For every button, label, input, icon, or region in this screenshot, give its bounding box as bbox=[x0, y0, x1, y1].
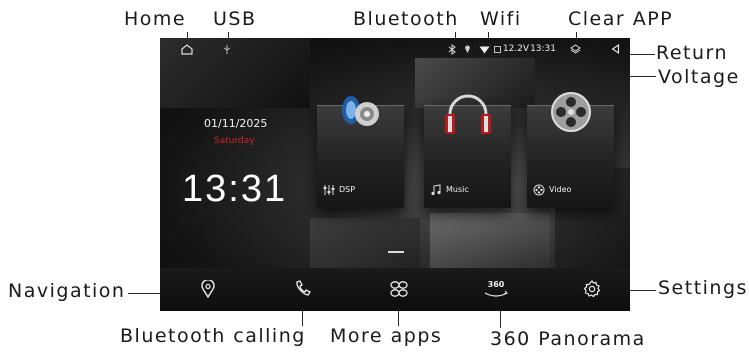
music-note-icon bbox=[431, 184, 441, 196]
usb-icon bbox=[223, 44, 231, 54]
music-card-label: Music bbox=[446, 185, 469, 194]
music-card[interactable]: Music bbox=[424, 94, 511, 208]
bluetooth-calling-button[interactable] bbox=[289, 276, 317, 302]
callout-wifi: Wifi bbox=[480, 8, 522, 30]
weekday-text: Saturday bbox=[214, 136, 255, 146]
bg-cube bbox=[430, 213, 550, 268]
page-indicator bbox=[388, 251, 404, 253]
callout-voltage: Voltage bbox=[658, 66, 740, 88]
phone-icon bbox=[296, 280, 311, 296]
callout-360-panorama: 360 Panorama bbox=[490, 328, 646, 350]
dsp-card-label: DSP bbox=[339, 185, 356, 194]
battery-icon bbox=[494, 45, 501, 53]
bluetooth-status bbox=[446, 40, 458, 58]
bluetooth-icon bbox=[448, 43, 456, 55]
callout-settings: Settings bbox=[658, 277, 748, 299]
panorama-badge: 360 bbox=[487, 280, 505, 289]
location-pin-icon bbox=[201, 280, 215, 298]
callout-bluetooth-calling: Bluetooth calling bbox=[120, 325, 306, 347]
layers-icon bbox=[569, 44, 581, 54]
callout-navigation: Navigation bbox=[8, 280, 126, 302]
dock-bar: 360 bbox=[160, 268, 630, 311]
date-text: 01/11/2025 bbox=[204, 117, 268, 130]
back-triangle-icon bbox=[611, 44, 619, 54]
voltage-value: 12.2V bbox=[502, 44, 530, 54]
video-card[interactable]: Video bbox=[527, 92, 614, 208]
headphones-art-icon bbox=[445, 94, 491, 134]
clear-app-button[interactable] bbox=[568, 40, 582, 58]
callout-home: Home bbox=[124, 8, 187, 30]
apps-grid-icon bbox=[390, 281, 408, 297]
video-card-label: Video bbox=[549, 185, 572, 194]
film-reel-art-icon bbox=[551, 92, 591, 132]
bg-cube bbox=[310, 218, 420, 268]
callout-more-apps: More apps bbox=[330, 325, 443, 347]
voltage-time-readout: 12.2V 13:31 bbox=[494, 40, 556, 58]
callout-bluetooth: Bluetooth bbox=[353, 8, 459, 30]
home-icon bbox=[181, 43, 193, 55]
film-reel-icon bbox=[533, 184, 545, 196]
more-apps-button[interactable] bbox=[385, 276, 413, 302]
status-time: 13:31 bbox=[530, 44, 556, 54]
wifi-icon bbox=[479, 46, 489, 53]
location-pin-icon bbox=[464, 45, 470, 53]
navigation-button[interactable] bbox=[194, 276, 222, 302]
wifi-status bbox=[478, 40, 490, 58]
callout-clear-app: Clear APP bbox=[568, 8, 674, 30]
return-button[interactable] bbox=[608, 40, 622, 58]
gear-icon bbox=[583, 280, 601, 298]
panorama-360-button[interactable]: 360 bbox=[482, 276, 510, 302]
clock-text: 13:31 bbox=[182, 168, 288, 210]
callout-usb: USB bbox=[213, 8, 257, 30]
home-button[interactable] bbox=[178, 40, 196, 58]
head-unit-screen: 12.2V 13:31 01/11/2025 Saturday 13:31 DS… bbox=[160, 38, 630, 311]
usb-status bbox=[220, 40, 234, 58]
location-status bbox=[462, 40, 472, 58]
speaker-art-icon bbox=[342, 96, 379, 126]
callout-return: Return bbox=[656, 42, 729, 64]
equalizer-icon bbox=[323, 185, 335, 195]
dsp-card[interactable]: DSP bbox=[317, 96, 404, 208]
settings-button[interactable] bbox=[578, 276, 606, 302]
